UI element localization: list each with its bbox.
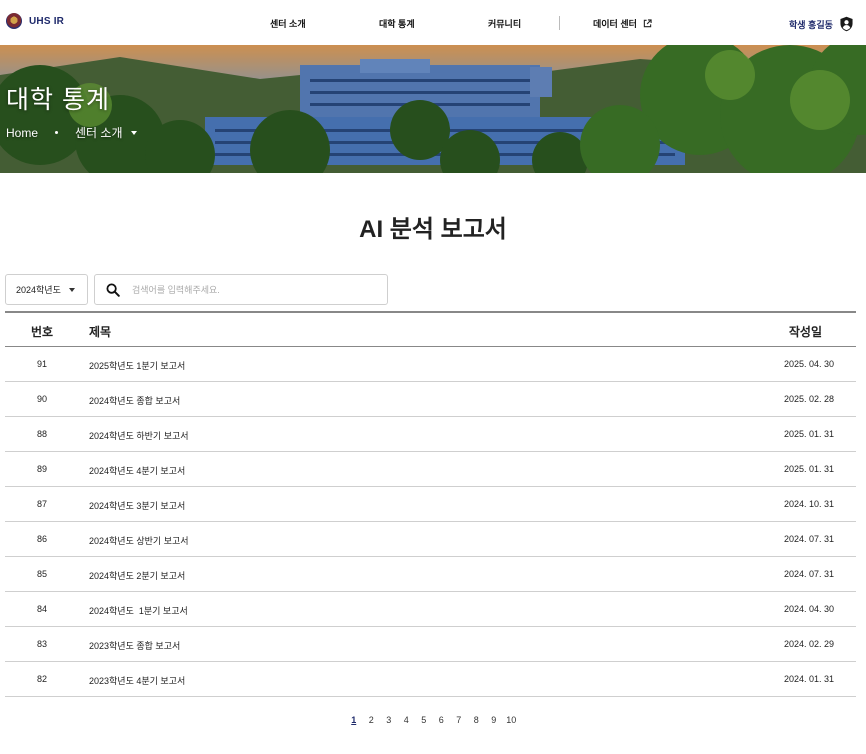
year-select[interactable]: 2024학년도: [5, 274, 88, 305]
header-title: 제목: [89, 325, 112, 339]
page-link[interactable]: 3: [380, 715, 398, 725]
search-box[interactable]: [94, 274, 388, 305]
row-title[interactable]: 2024학년도 1분기 보고서: [89, 604, 188, 617]
row-date: 2024. 04. 30: [783, 604, 834, 614]
row-number: 85: [36, 569, 47, 579]
search-input[interactable]: [132, 284, 372, 295]
header-date: 작성일: [788, 325, 822, 339]
nav-community[interactable]: 커뮤니티: [488, 17, 521, 30]
page-link[interactable]: 7: [450, 715, 468, 725]
row-date: 2024. 01. 31: [783, 674, 834, 684]
row-number: 86: [36, 534, 47, 544]
nav-university-stats[interactable]: 대학 통계: [379, 17, 415, 30]
university-emblem-icon: [6, 13, 22, 29]
top-header: UHS IR 센터 소개 대학 통계 커뮤니티 데이터 센터 학생 홍길동: [0, 0, 866, 45]
row-date: 2025. 02. 28: [783, 394, 834, 404]
external-link-icon: [644, 19, 653, 28]
chevron-down-icon[interactable]: [130, 130, 137, 135]
site-logo[interactable]: UHS IR: [6, 13, 64, 29]
row-title[interactable]: 2024학년도 2분기 보고서: [89, 569, 185, 582]
row-number: 91: [36, 359, 47, 369]
page-link[interactable]: 1: [345, 715, 363, 725]
page-link[interactable]: 9: [485, 715, 503, 725]
row-title[interactable]: 2025학년도 1분기 보고서: [89, 359, 185, 372]
table-body: 91 2025학년도 1분기 보고서 2025. 04. 30 90 2024학년도 종…: [5, 347, 856, 697]
page-title: AI 분석 보고서: [359, 216, 507, 243]
breadcrumb-home[interactable]: Home: [6, 126, 38, 140]
breadcrumb-separator: [55, 131, 59, 134]
nav-data-center-label: 데이터 센터: [593, 19, 637, 29]
row-title[interactable]: 2024학년도 상반기 보고서: [89, 534, 189, 547]
row-number: 87: [36, 499, 47, 509]
row-date: 2024. 10. 31: [783, 499, 834, 509]
page-link[interactable]: 5: [415, 715, 433, 725]
row-number: 89: [36, 464, 47, 474]
search-icon[interactable]: [106, 283, 120, 297]
nav-center-intro[interactable]: 센터 소개: [270, 17, 306, 30]
table-row[interactable]: 90 2024학년도 종합 보고서 2025. 02. 28: [5, 382, 856, 417]
hero-title: 대학 통계: [6, 86, 110, 114]
table-row[interactable]: 86 2024학년도 상반기 보고서 2024. 07. 31: [5, 522, 856, 557]
row-date: 2024. 07. 31: [783, 569, 834, 579]
report-table: 번호 제목 작성일 91 2025학년도 1분기 보고서 2025. 04. 30 9…: [5, 311, 856, 697]
row-number: 84: [36, 604, 47, 614]
row-number: 88: [36, 429, 47, 439]
table-row[interactable]: 85 2024학년도 2분기 보고서 2024. 07. 31: [5, 557, 856, 592]
header-num: 번호: [31, 325, 54, 339]
row-number: 82: [36, 674, 47, 684]
row-title[interactable]: 2024학년도 4분기 보고서: [89, 464, 185, 477]
page-link[interactable]: 2: [363, 715, 381, 725]
user-shield-icon: [840, 16, 853, 32]
table-row[interactable]: 91 2025학년도 1분기 보고서 2025. 04. 30: [5, 347, 856, 382]
table-row[interactable]: 87 2024학년도 3분기 보고서 2024. 10. 31: [5, 487, 856, 522]
row-date: 2024. 02. 29: [783, 639, 834, 649]
user-menu[interactable]: 학생 홍길동: [789, 16, 854, 32]
table-row[interactable]: 82 2023학년도 4분기 보고서 2024. 01. 31: [5, 662, 856, 697]
nav-divider: [559, 16, 560, 30]
row-date: 2025. 01. 31: [783, 429, 834, 439]
page-link[interactable]: 8: [468, 715, 486, 725]
breadcrumb-current[interactable]: 센터 소개: [75, 124, 123, 141]
table-row[interactable]: 83 2023학년도 종합 보고서 2024. 02. 29: [5, 627, 856, 662]
year-select-value: 2024학년도: [16, 285, 61, 295]
chevron-down-icon: [68, 287, 75, 292]
nav-data-center[interactable]: 데이터 센터: [593, 17, 653, 30]
table-row[interactable]: 84 2024학년도 1분기 보고서 2024. 04. 30: [5, 592, 856, 627]
logo-text: UHS IR: [29, 15, 65, 27]
user-name: 학생 홍길동: [789, 19, 833, 30]
page-link[interactable]: 10: [503, 715, 521, 725]
row-number: 90: [36, 394, 47, 404]
row-date: 2025. 01. 31: [783, 464, 834, 474]
table-row[interactable]: 88 2024학년도 하반기 보고서 2025. 01. 31: [5, 417, 856, 452]
table-row[interactable]: 89 2024학년도 4분기 보고서 2025. 01. 31: [5, 452, 856, 487]
pagination: 1 2 3 4 5 6 7 8 9 10: [345, 715, 520, 725]
row-date: 2025. 04. 30: [783, 359, 834, 369]
hero-banner: 대학 통계 Home 센터 소개: [0, 45, 866, 173]
page-link[interactable]: 6: [433, 715, 451, 725]
campus-photo: [0, 45, 866, 173]
row-title[interactable]: 2024학년도 하반기 보고서: [89, 429, 189, 442]
row-number: 83: [36, 639, 47, 649]
row-title[interactable]: 2023학년도 4분기 보고서: [89, 674, 185, 687]
row-title[interactable]: 2024학년도 종합 보고서: [89, 394, 180, 407]
breadcrumb: Home 센터 소개: [6, 124, 137, 141]
row-date: 2024. 07. 31: [783, 534, 834, 544]
row-title[interactable]: 2024학년도 3분기 보고서: [89, 499, 185, 512]
row-title[interactable]: 2023학년도 종합 보고서: [89, 639, 180, 652]
page-link[interactable]: 4: [398, 715, 416, 725]
table-header: 번호 제목 작성일: [5, 311, 856, 347]
